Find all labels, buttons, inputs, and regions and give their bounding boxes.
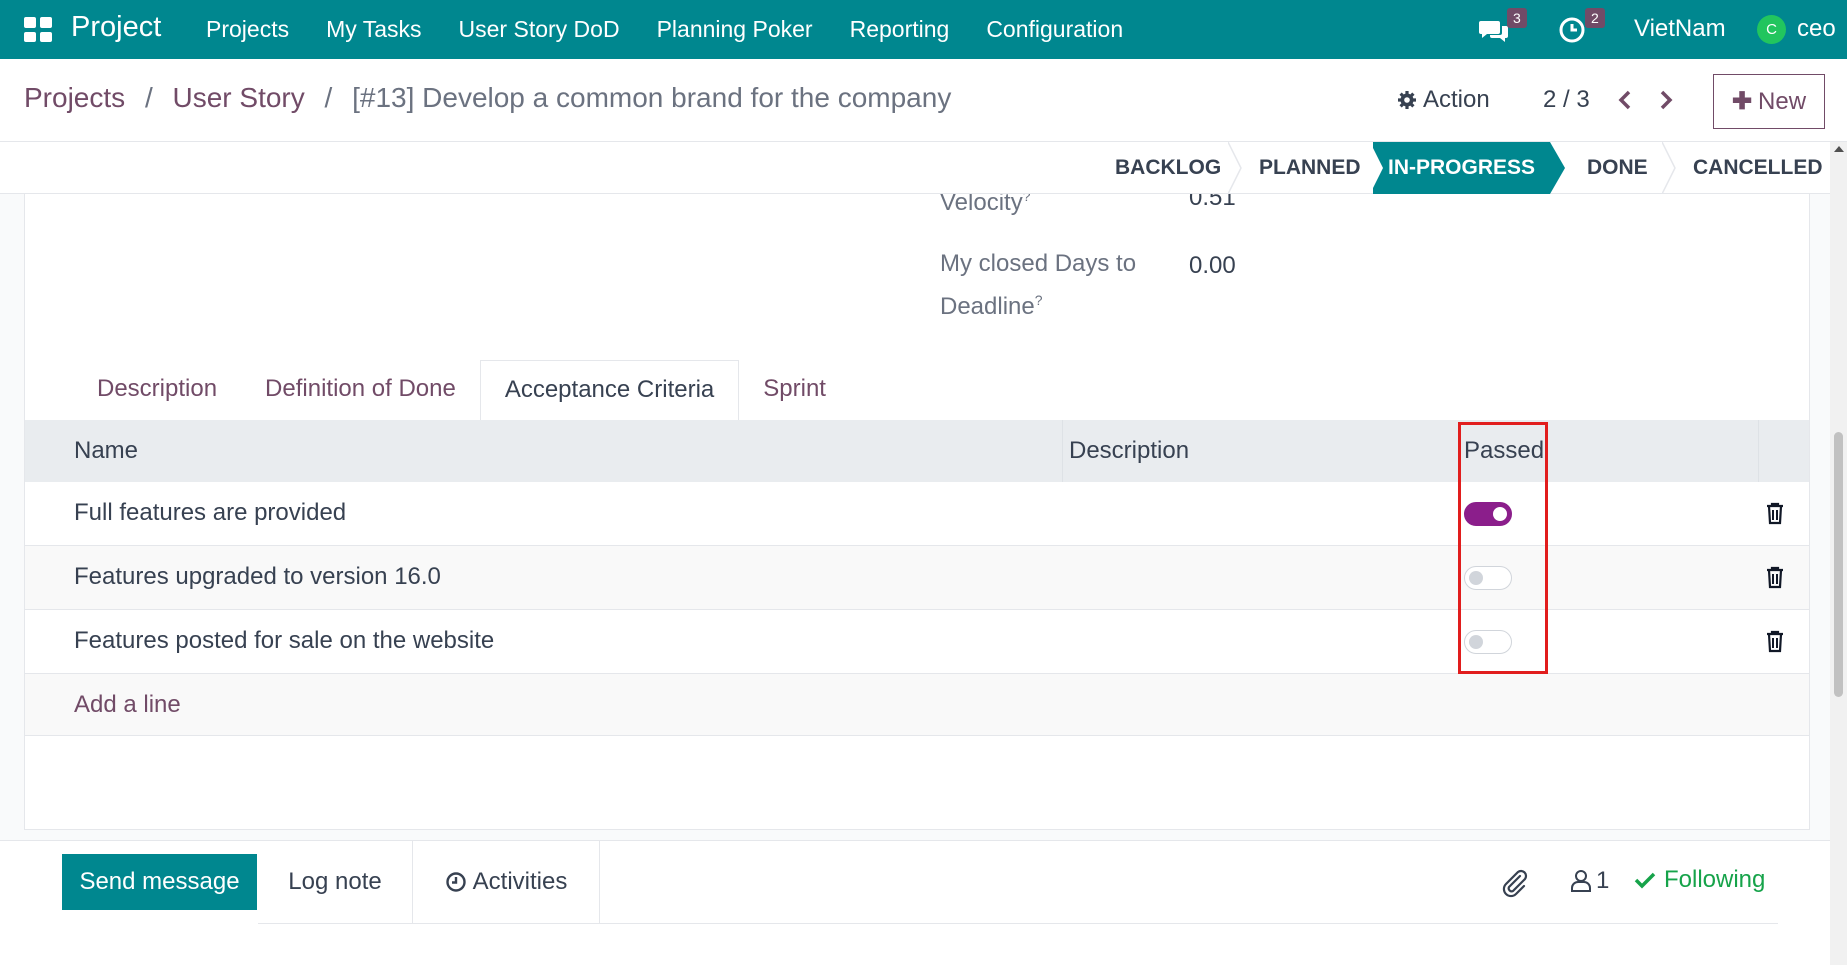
table-row[interactable]: Full features are provided	[25, 482, 1809, 546]
apps-menu-icon[interactable]	[24, 17, 52, 42]
add-line-row: Add a line	[25, 674, 1809, 736]
stage-active-notch	[1370, 142, 1383, 194]
column-divider	[1062, 420, 1063, 482]
pager-next-button[interactable]	[1658, 87, 1674, 118]
app-brand[interactable]: Project	[71, 11, 161, 44]
breadcrumb: Projects / User Story / [#13] Develop a …	[24, 82, 951, 114]
company-switcher[interactable]: VietNam	[1634, 15, 1726, 43]
row-name[interactable]: Full features are provided	[74, 499, 346, 527]
passed-toggle[interactable]	[1464, 566, 1512, 590]
log-note-button[interactable]: Log note	[258, 841, 413, 923]
stage-statusbar: BACKLOG PLANNED IN-PROGRESS DONE CANCELL…	[0, 142, 1830, 194]
column-divider	[1758, 420, 1759, 482]
help-mark: ?	[1022, 194, 1031, 204]
activities-badge: 2	[1585, 8, 1605, 28]
followers-count: 1	[1596, 867, 1610, 894]
notebook-tabs: Description Definition of Done Acceptanc…	[73, 360, 850, 422]
passed-toggle[interactable]	[1464, 502, 1512, 526]
menu-item-planning-poker[interactable]: Planning Poker	[657, 16, 813, 43]
user-icon	[1571, 870, 1591, 892]
row-name[interactable]: Features posted for sale on the website	[74, 627, 494, 655]
menu-item-configuration[interactable]: Configuration	[986, 16, 1123, 43]
tab-acceptance-criteria[interactable]: Acceptance Criteria	[479, 360, 740, 422]
pager-previous-button[interactable]	[1617, 87, 1633, 118]
closed-days-label: My closed Days to Deadline?	[940, 250, 1137, 320]
add-line-link[interactable]: Add a line	[74, 691, 181, 719]
menu-item-projects[interactable]: Projects	[206, 16, 289, 43]
scroll-up-arrow-icon[interactable]	[1834, 146, 1844, 152]
chatter-divider	[258, 923, 1778, 924]
stage-active-arrow	[1550, 142, 1565, 194]
stage-separator	[1662, 142, 1676, 194]
table-header: Name Description Passed	[25, 420, 1809, 482]
check-icon	[1634, 872, 1656, 889]
action-label: Action	[1423, 86, 1490, 113]
table-row[interactable]: Features upgraded to version 16.0	[25, 546, 1809, 610]
column-description[interactable]: Description	[1069, 437, 1189, 465]
trash-icon[interactable]	[1765, 629, 1785, 660]
stage-done[interactable]: DONE	[1587, 142, 1648, 194]
new-button-label: New	[1758, 87, 1807, 115]
stage-planned[interactable]: PLANNED	[1259, 142, 1361, 194]
activities-label: Activities	[472, 868, 568, 895]
row-name[interactable]: Features upgraded to version 16.0	[74, 563, 441, 591]
column-passed[interactable]: Passed	[1464, 437, 1544, 465]
top-navbar: Project Projects My Tasks User Story DoD…	[0, 0, 1847, 59]
activities-button[interactable]: Activities	[413, 841, 600, 923]
trash-icon[interactable]	[1765, 501, 1785, 532]
stage-backlog[interactable]: BACKLOG	[1115, 142, 1221, 194]
closed-days-value: 0.00	[1189, 252, 1236, 279]
action-menu-button[interactable]: Action	[1397, 86, 1490, 114]
followers-button[interactable]: 1	[1570, 867, 1609, 895]
table-row[interactable]: Features posted for sale on the website	[25, 610, 1809, 674]
pager-value[interactable]: 2 / 3	[1543, 86, 1590, 114]
user-avatar[interactable]: C	[1757, 15, 1786, 44]
messages-badge: 3	[1507, 8, 1527, 28]
breadcrumb-user-story[interactable]: User Story	[173, 82, 305, 113]
attachment-icon[interactable]	[1500, 868, 1530, 903]
breadcrumb-separator: /	[324, 82, 333, 113]
velocity-value: 0.51	[1189, 194, 1236, 211]
main-menu: Projects My Tasks User Story DoD Plannin…	[206, 16, 1160, 43]
passed-toggle[interactable]	[1464, 630, 1512, 654]
breadcrumb-current: [#13] Develop a common brand for the com…	[352, 82, 952, 113]
activities-clock-icon[interactable]	[1558, 16, 1586, 49]
send-message-button[interactable]: Send message	[62, 854, 257, 910]
control-panel: Projects / User Story / [#13] Develop a …	[0, 59, 1847, 142]
chevron-right-icon	[1660, 90, 1673, 110]
breadcrumb-separator: /	[144, 82, 153, 113]
stage-separator	[1228, 142, 1242, 194]
user-menu[interactable]: ceo	[1797, 15, 1836, 43]
new-button[interactable]: ✚ New	[1713, 74, 1825, 129]
help-mark: ?	[1034, 292, 1043, 308]
trash-icon[interactable]	[1765, 565, 1785, 596]
stage-cancelled[interactable]: CANCELLED	[1693, 142, 1823, 194]
tab-definition-of-done[interactable]: Definition of Done	[241, 360, 480, 422]
menu-item-reporting[interactable]: Reporting	[850, 16, 950, 43]
tab-description[interactable]: Description	[73, 360, 241, 422]
menu-item-my-tasks[interactable]: My Tasks	[326, 16, 421, 43]
following-label: Following	[1664, 866, 1766, 893]
scrollbar-thumb[interactable]	[1834, 432, 1843, 697]
page-scrollbar[interactable]	[1830, 142, 1847, 965]
gear-icon	[1398, 91, 1416, 109]
velocity-label: Velocity?	[940, 194, 1031, 221]
clock-icon	[445, 872, 466, 892]
following-button[interactable]: Following	[1634, 866, 1765, 894]
chevron-left-icon	[1618, 90, 1631, 110]
breadcrumb-projects[interactable]: Projects	[24, 82, 125, 113]
plus-icon: ✚	[1731, 88, 1753, 115]
tab-sprint[interactable]: Sprint	[739, 360, 850, 422]
menu-item-user-story-dod[interactable]: User Story DoD	[459, 16, 620, 43]
stage-in-progress[interactable]: IN-PROGRESS	[1373, 142, 1550, 194]
chatter-panel: Send message Log note Activities 1 Follo…	[0, 840, 1830, 965]
messages-icon[interactable]	[1478, 17, 1510, 50]
column-name[interactable]: Name	[74, 437, 138, 465]
